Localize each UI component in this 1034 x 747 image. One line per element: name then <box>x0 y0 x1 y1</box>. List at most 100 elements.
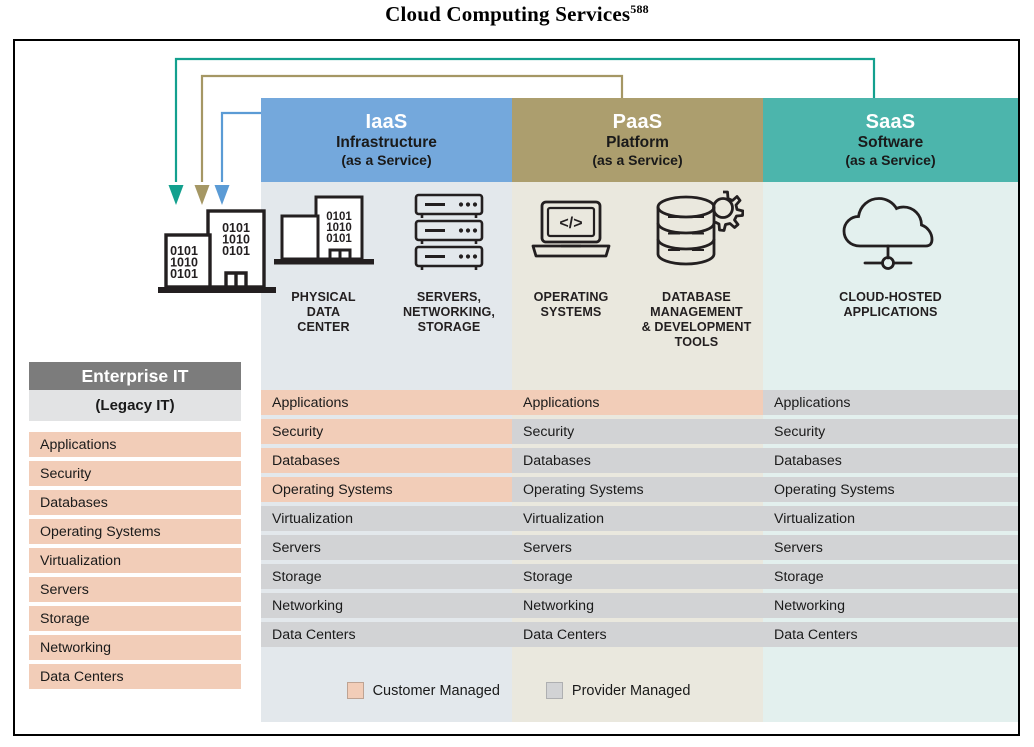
cloud-network-icon <box>838 182 944 282</box>
enterprise-it-subheader: (Legacy IT) <box>29 390 241 421</box>
table-row[interactable]: Applications <box>512 390 763 415</box>
iaas-body: 0101 1010 0101 PHYSICAL DATA CENTER SERV… <box>261 182 512 722</box>
table-row[interactable]: Security <box>261 419 512 444</box>
diagram-root: Cloud Computing Services588 IaaS Infrast… <box>0 0 1034 747</box>
iaas-connector-arrow <box>214 111 261 205</box>
iaas-icon-cell-servers: SERVERS, NETWORKING, STORAGE <box>386 182 512 335</box>
paas-name: Platform <box>606 134 669 152</box>
legend: Customer Managed Provider Managed <box>15 682 1022 699</box>
table-row[interactable]: Operating Systems <box>512 477 763 502</box>
table-row[interactable]: Virtualization <box>29 548 241 573</box>
paas-row-label: Applications <box>523 394 600 411</box>
table-row[interactable]: Security <box>512 419 763 444</box>
database-gear-icon <box>650 182 744 282</box>
table-row[interactable]: Applications <box>763 390 1018 415</box>
saas-row-label: Data Centers <box>774 626 858 643</box>
table-row[interactable]: Networking <box>512 593 763 618</box>
enterprise-row-label: Servers <box>40 581 89 598</box>
table-row[interactable]: Networking <box>763 593 1018 618</box>
column-paas[interactable]: PaaS Platform (as a Service) </> OPERATI… <box>512 98 763 722</box>
table-row[interactable]: Servers <box>763 535 1018 560</box>
saas-rows: Applications Security Databases Operatin… <box>763 390 1018 651</box>
iaas-icon-caption-datacenter: PHYSICAL DATA CENTER <box>291 290 356 335</box>
paas-rows: Applications Security Databases Operatin… <box>512 390 763 651</box>
customer-managed-swatch <box>346 682 364 699</box>
iaas-row-label: Applications <box>272 394 349 411</box>
table-row[interactable]: Storage <box>512 564 763 589</box>
table-row[interactable]: Servers <box>29 577 241 602</box>
title-text: Cloud Computing Services <box>385 2 631 26</box>
table-row[interactable]: Databases <box>29 490 241 515</box>
saas-row-label: Databases <box>774 452 842 469</box>
table-row[interactable]: Servers <box>261 535 512 560</box>
table-row[interactable]: Databases <box>512 448 763 473</box>
table-row[interactable]: Storage <box>29 606 241 631</box>
paas-row-label: Security <box>523 423 575 440</box>
table-row[interactable]: Data Centers <box>261 622 512 647</box>
legend-label-customer: Customer Managed <box>372 682 500 699</box>
table-row[interactable]: Virtualization <box>763 506 1018 531</box>
table-row[interactable]: Applications <box>29 432 241 457</box>
legend-label-provider: Provider Managed <box>571 682 691 699</box>
paas-icon-caption-os: OPERATING SYSTEMS <box>533 290 609 320</box>
table-row[interactable]: Operating Systems <box>29 519 241 544</box>
saas-row-label: Servers <box>774 539 823 556</box>
server-stack-icon <box>409 182 489 282</box>
legacy-datacenter-icon: 0101 1010 0101 0101 1010 0101 <box>156 203 281 311</box>
saas-header: SaaS Software (as a Service) <box>763 98 1018 182</box>
saas-row-label: Virtualization <box>774 510 855 527</box>
iaas-service: (as a Service) <box>341 152 432 169</box>
saas-body: CLOUD-HOSTED APPLICATIONS Applications Se… <box>763 182 1018 722</box>
saas-row-label: Operating Systems <box>774 481 895 498</box>
paas-row-label: Virtualization <box>523 510 604 527</box>
table-row[interactable]: Storage <box>261 564 512 589</box>
table-row[interactable]: Security <box>29 461 241 486</box>
table-row[interactable]: Data Centers <box>763 622 1018 647</box>
paas-row-label: Storage <box>523 568 573 585</box>
saas-name: Software <box>857 134 924 152</box>
enterprise-row-label: Operating Systems <box>40 523 161 540</box>
page-title: Cloud Computing Services588 <box>0 2 1034 27</box>
iaas-row-label: Databases <box>272 452 340 469</box>
enterprise-row-label: Databases <box>40 494 108 511</box>
table-row[interactable]: Databases <box>763 448 1018 473</box>
table-row[interactable]: Operating Systems <box>763 477 1018 502</box>
paas-icon-band: </> OPERATING SYSTEMS DATABASE MANAGEMEN… <box>512 182 763 382</box>
svg-text:</>: </> <box>559 215 582 232</box>
enterprise-row-label: Virtualization <box>40 552 121 569</box>
column-saas[interactable]: SaaS Software (as a Service) CLOUD-HOSTE… <box>763 98 1018 722</box>
iaas-row-label: Networking <box>272 597 343 614</box>
data-center-icon: 0101 1010 0101 <box>272 182 376 282</box>
table-row[interactable]: Security <box>763 419 1018 444</box>
legend-item-customer: Customer Managed <box>346 682 500 699</box>
iaas-row-label: Data Centers <box>272 626 356 643</box>
legend-item-provider: Provider Managed <box>545 682 691 699</box>
paas-icon-cell-db: DATABASE MANAGEMENT & DEVELOPMENT TOOLS <box>630 182 763 350</box>
saas-row-label: Security <box>774 423 826 440</box>
table-row[interactable]: Networking <box>29 635 241 660</box>
svg-text:0101: 0101 <box>222 244 250 258</box>
table-row[interactable]: Virtualization <box>261 506 512 531</box>
iaas-row-label: Storage <box>272 568 322 585</box>
table-row[interactable]: Operating Systems <box>261 477 512 502</box>
column-enterprise-it[interactable]: Enterprise IT (Legacy IT) Applications S… <box>29 362 241 693</box>
table-row[interactable]: Applications <box>261 390 512 415</box>
saas-row-label: Storage <box>774 568 824 585</box>
table-row[interactable]: Networking <box>261 593 512 618</box>
table-row[interactable]: Data Centers <box>512 622 763 647</box>
iaas-row-label: Virtualization <box>272 510 353 527</box>
enterprise-it-header: Enterprise IT <box>29 362 241 390</box>
table-row[interactable]: Databases <box>261 448 512 473</box>
table-row[interactable]: Servers <box>512 535 763 560</box>
svg-text:0101: 0101 <box>170 267 198 281</box>
saas-row-label: Networking <box>774 597 845 614</box>
table-row[interactable]: Storage <box>763 564 1018 589</box>
saas-abbr: SaaS <box>865 111 916 134</box>
iaas-name: Infrastructure <box>336 134 437 152</box>
table-row[interactable]: Virtualization <box>512 506 763 531</box>
iaas-rows: Applications Security Databases Operatin… <box>261 390 512 651</box>
laptop-code-icon: </> <box>528 182 614 282</box>
iaas-row-label: Security <box>272 423 324 440</box>
column-iaas[interactable]: IaaS Infrastructure (as a Service) 0101 … <box>261 98 512 722</box>
saas-row-label: Applications <box>774 394 851 411</box>
